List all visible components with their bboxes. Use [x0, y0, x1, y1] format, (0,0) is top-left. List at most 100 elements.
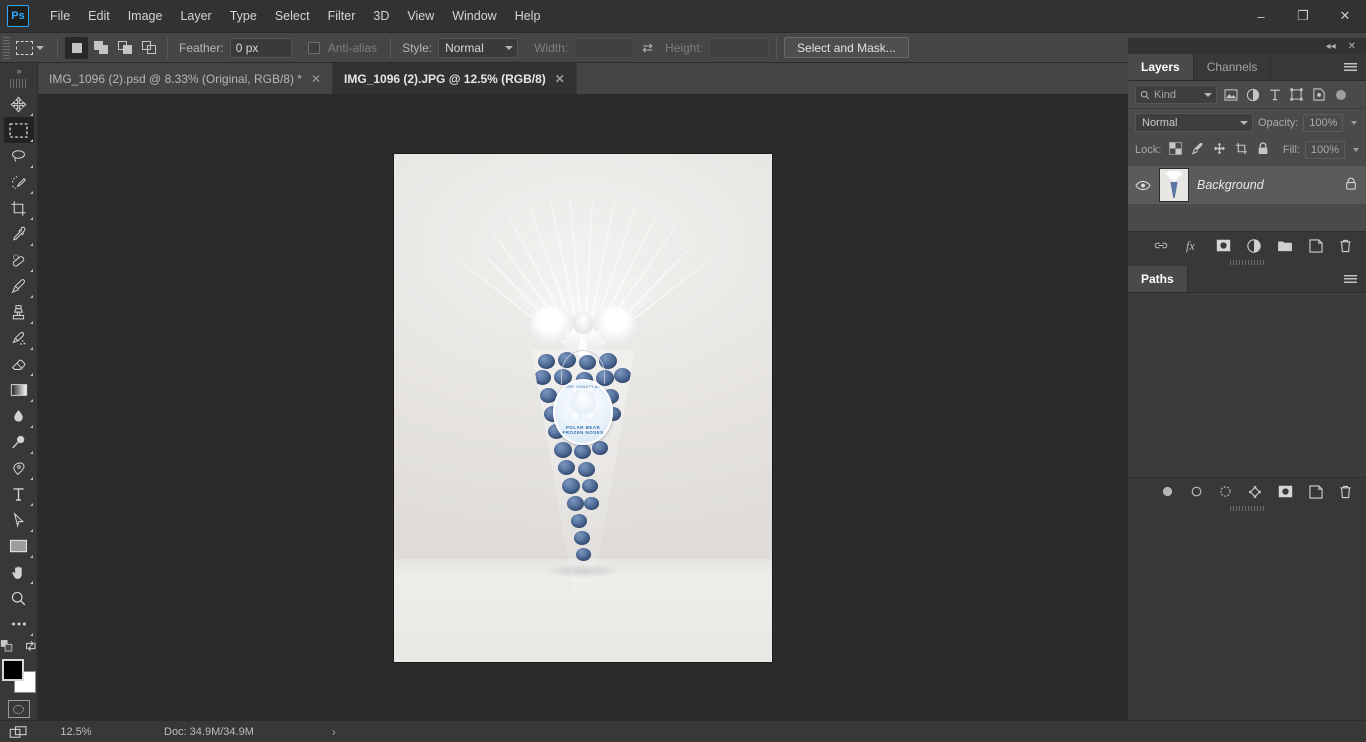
horizontal-type-tool[interactable] — [4, 481, 34, 507]
add-layer-mask-icon[interactable] — [1216, 237, 1231, 255]
menu-layer[interactable]: Layer — [171, 0, 220, 33]
options-bar-grip[interactable] — [3, 36, 10, 59]
menu-filter[interactable]: Filter — [319, 0, 365, 33]
close-panels-icon[interactable]: ✕ — [1348, 41, 1356, 52]
layer-name[interactable]: Background — [1197, 178, 1337, 192]
toolbar-grip[interactable] — [9, 79, 28, 88]
eyedropper-tool[interactable] — [4, 221, 34, 247]
lock-position-icon[interactable] — [1213, 142, 1226, 158]
layer-filter-kind-select[interactable]: Kind — [1135, 85, 1217, 104]
delete-layer-icon[interactable] — [1339, 237, 1352, 255]
move-tool[interactable] — [4, 91, 34, 117]
gradient-tool[interactable] — [4, 377, 34, 403]
tab-layers[interactable]: Layers — [1128, 54, 1194, 80]
menu-window[interactable]: Window — [443, 0, 505, 33]
restore-button[interactable]: ❐ — [1282, 0, 1324, 33]
subtract-from-selection-button[interactable] — [113, 36, 136, 59]
layer-lock-icon[interactable] — [1345, 177, 1357, 193]
lock-transparent-pixels-icon[interactable] — [1169, 141, 1183, 158]
new-fill-adjustment-layer-icon[interactable] — [1247, 237, 1261, 255]
pen-tool[interactable] — [4, 455, 34, 481]
new-selection-button[interactable] — [65, 36, 88, 59]
clone-stamp-tool[interactable] — [4, 299, 34, 325]
blur-tool[interactable] — [4, 403, 34, 429]
close-icon[interactable]: ✕ — [311, 73, 321, 85]
canvas-area[interactable]: PURE CHOCOLATE POLAR BEAR FROZEN NOSES — [38, 95, 1128, 720]
new-group-icon[interactable] — [1277, 237, 1293, 255]
width-input[interactable] — [574, 37, 635, 58]
link-layers-icon[interactable] — [1153, 237, 1169, 255]
blend-mode-select[interactable]: Normal — [1135, 113, 1253, 132]
menu-3d[interactable]: 3D — [364, 0, 398, 33]
lock-artboard-nesting-icon[interactable] — [1235, 142, 1248, 158]
panel-divider-grip[interactable] — [1128, 259, 1366, 266]
lock-image-pixels-icon[interactable] — [1191, 142, 1204, 158]
tool-preset-picker[interactable] — [14, 40, 50, 55]
foreground-color-swatch[interactable] — [1, 659, 24, 681]
document-image[interactable]: PURE CHOCOLATE POLAR BEAR FROZEN NOSES — [394, 153, 772, 662]
height-input[interactable] — [709, 37, 770, 58]
lock-all-icon[interactable] — [1257, 141, 1269, 158]
brush-tool[interactable] — [4, 273, 34, 299]
zoom-level[interactable]: 12.5% — [38, 726, 106, 738]
add-layer-mask-icon[interactable] — [1278, 483, 1293, 501]
new-path-icon[interactable] — [1309, 483, 1323, 501]
adjustment-layer-filter-icon[interactable] — [1244, 86, 1261, 103]
intersect-with-selection-button[interactable] — [137, 36, 160, 59]
document-tab-psd[interactable]: IMG_1096 (2).psd @ 8.33% (Original, RGB/… — [38, 63, 334, 94]
quick-selection-tool[interactable] — [4, 169, 34, 195]
spot-healing-brush-tool[interactable] — [4, 247, 34, 273]
filter-toggle[interactable] — [1332, 86, 1349, 103]
type-layer-filter-icon[interactable] — [1266, 86, 1283, 103]
screen-mode-status-icon[interactable] — [0, 725, 38, 739]
anti-alias-checkbox[interactable] — [307, 41, 320, 54]
hand-tool[interactable] — [4, 559, 34, 585]
paths-panel-menu-button[interactable] — [1335, 266, 1366, 292]
menu-select[interactable]: Select — [266, 0, 319, 33]
toolbar-collapse-button[interactable]: » — [0, 63, 37, 79]
layers-panel-menu-button[interactable] — [1335, 54, 1366, 80]
history-brush-tool[interactable] — [4, 325, 34, 351]
menu-image[interactable]: Image — [119, 0, 172, 33]
table-row[interactable]: Background — [1128, 166, 1366, 204]
menu-file[interactable]: File — [41, 0, 79, 33]
add-to-selection-button[interactable] — [89, 36, 112, 59]
lasso-tool[interactable] — [4, 143, 34, 169]
delete-path-icon[interactable] — [1339, 483, 1352, 501]
minimize-button[interactable]: – — [1240, 0, 1282, 33]
dodge-tool[interactable] — [4, 429, 34, 455]
menu-view[interactable]: View — [398, 0, 443, 33]
opacity-slider-caret-icon[interactable] — [1351, 120, 1358, 125]
rectangle-tool[interactable] — [4, 533, 34, 559]
load-path-as-selection-icon[interactable] — [1219, 483, 1232, 501]
layer-thumbnail[interactable] — [1159, 168, 1189, 202]
path-selection-tool[interactable] — [4, 507, 34, 533]
select-and-mask-button[interactable]: Select and Mask... — [784, 37, 909, 58]
rectangular-marquee-tool[interactable] — [3, 117, 34, 143]
tab-paths[interactable]: Paths — [1128, 266, 1188, 292]
menu-help[interactable]: Help — [506, 0, 550, 33]
new-layer-icon[interactable] — [1309, 237, 1323, 255]
opacity-input[interactable]: 100% — [1303, 113, 1344, 132]
stroke-path-icon[interactable] — [1190, 483, 1203, 501]
quick-mask-button[interactable] — [7, 700, 30, 718]
fill-slider-caret-icon[interactable] — [1353, 147, 1359, 152]
chevron-right-icon[interactable]: › — [332, 725, 336, 739]
pixel-layer-filter-icon[interactable] — [1222, 86, 1239, 103]
eraser-tool[interactable] — [4, 351, 34, 377]
layer-visibility-icon[interactable] — [1134, 180, 1151, 191]
close-icon[interactable]: ✕ — [555, 73, 565, 85]
zoom-tool[interactable] — [4, 585, 34, 611]
menu-type[interactable]: Type — [221, 0, 266, 33]
panel-bottom-grip[interactable] — [1128, 505, 1366, 512]
close-button[interactable]: ✕ — [1324, 0, 1366, 33]
crop-tool[interactable] — [4, 195, 34, 221]
smart-object-filter-icon[interactable] — [1310, 86, 1327, 103]
feather-input[interactable]: 0 px — [229, 37, 292, 58]
shape-layer-filter-icon[interactable] — [1288, 86, 1305, 103]
document-tab-jpg[interactable]: IMG_1096 (2).JPG @ 12.5% (RGB/8) ✕ — [333, 63, 577, 94]
fill-input[interactable]: 100% — [1305, 140, 1345, 159]
make-work-path-icon[interactable] — [1248, 483, 1262, 501]
style-select[interactable]: Normal — [438, 37, 519, 58]
swap-width-height-icon[interactable]: ⇄ — [642, 40, 653, 56]
